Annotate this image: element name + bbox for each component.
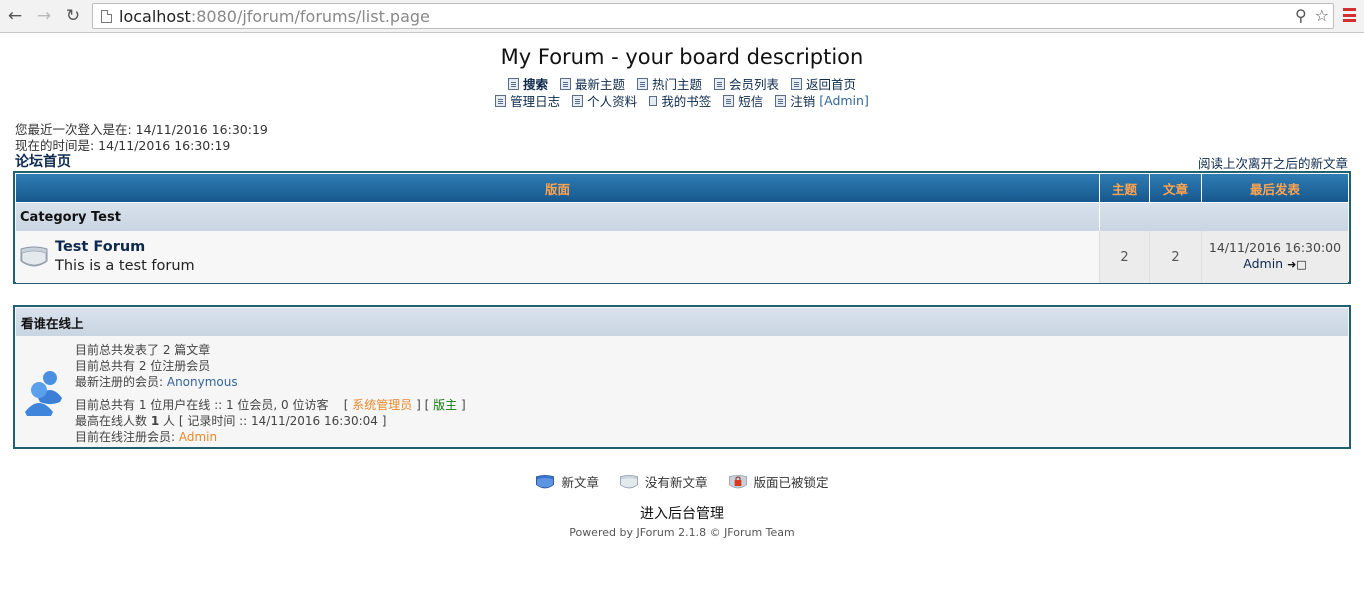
board-title: My Forum - your board description xyxy=(500,45,864,69)
no-new-posts-icon xyxy=(619,474,638,488)
moderator-role-legend: 版主 xyxy=(433,398,458,412)
total-posts-text: 目前总共发表了 2 篇文章 xyxy=(75,343,211,357)
legend-no-new-posts: 没有新文章 xyxy=(644,475,708,490)
registered-online-line: 目前在线注册会员: Admin xyxy=(75,430,218,444)
folder-legend: 新文章 没有新文章 版面已被锁定 xyxy=(0,472,1364,491)
nav-logout[interactable]: 注销 [Admin] xyxy=(775,91,869,110)
locked-folder-icon xyxy=(728,474,747,488)
private-message-icon xyxy=(723,94,735,107)
legend-new-posts: 新文章 xyxy=(561,475,599,490)
admin-panel-link[interactable]: 进入后台管理 xyxy=(0,503,1364,523)
nav-profile[interactable]: 个人资料 xyxy=(572,91,637,110)
forum-list-table: 版面 主题 文章 最后发表 Category Test Test Forum T… xyxy=(13,171,1351,284)
reload-icon[interactable]: ↻ xyxy=(62,5,84,27)
online-panel-title: 看谁在线上 xyxy=(16,308,1348,336)
newest-member-line: 最新注册的会员: Anonymous xyxy=(75,375,238,389)
col-header-topics: 主题 xyxy=(1100,174,1150,202)
nav-bookmarks[interactable]: 我的书签 xyxy=(649,91,711,110)
last-post-user-link[interactable]: Admin xyxy=(1243,256,1283,271)
recent-topics-icon xyxy=(559,77,571,90)
home-icon xyxy=(791,77,803,90)
go-to-last-post-icon[interactable]: ➜□ xyxy=(1287,258,1307,271)
member-list-icon xyxy=(714,77,725,90)
breadcrumb-home-link[interactable]: 论坛首页 xyxy=(15,151,71,171)
newest-member-link[interactable]: Anonymous xyxy=(167,375,238,389)
category-row: Category Test xyxy=(16,203,1348,231)
table-row: Test Forum This is a test forum 2 2 14/1… xyxy=(16,231,1348,283)
new-posts-folder-icon xyxy=(536,474,555,488)
nav-private-messages[interactable]: 短信 xyxy=(723,91,763,110)
forum-name-link[interactable]: Test Forum xyxy=(55,239,145,255)
nav-moderation-log[interactable]: 管理日志 xyxy=(495,91,560,110)
search-icon xyxy=(507,77,519,90)
back-arrow-icon[interactable]: ← xyxy=(4,5,26,27)
forward-arrow-icon[interactable]: → xyxy=(33,5,55,27)
profile-icon xyxy=(572,94,584,107)
admin-role-legend: 系统管理员 xyxy=(352,398,413,412)
url-text[interactable]: localhost:8080/jforum/forums/list.page xyxy=(119,7,430,26)
no-new-posts-folder-icon xyxy=(20,246,48,267)
col-header-last-post: 最后发表 xyxy=(1249,181,1300,197)
col-header-posts: 文章 xyxy=(1150,174,1202,202)
browser-toolbar: ← → ↻ localhost:8080/jforum/forums/list.… xyxy=(0,0,1364,33)
moderation-log-icon xyxy=(495,94,507,107)
bookmark-icon xyxy=(649,95,658,106)
users-online-icon xyxy=(25,371,62,416)
online-user-link[interactable]: Admin xyxy=(179,430,217,444)
category-title[interactable]: Category Test xyxy=(16,203,1100,231)
browser-menu-icon[interactable] xyxy=(1343,8,1356,22)
total-users-text: 目前总共有 2 位注册会员 xyxy=(75,359,211,373)
col-header-forum: 版面 xyxy=(16,174,1100,202)
address-bar[interactable]: localhost:8080/jforum/forums/list.page ⚲… xyxy=(92,3,1334,29)
page-icon xyxy=(101,10,112,23)
main-nav-row-2: 管理日志 个人资料 我的书签 短信 注销 [Admin] xyxy=(0,91,1364,110)
table-header-row: 版面 主题 文章 最后发表 xyxy=(16,174,1348,202)
unread-posts-link[interactable]: 阅读上次离开之后的新文章 xyxy=(1198,153,1348,172)
forum-description: This is a test forum xyxy=(55,258,195,274)
key-icon[interactable]: ⚲ xyxy=(1295,6,1307,26)
online-now-line: 目前总共有 1 位用户在线 :: 1 位会员, 0 位访客 [ 系统管理员 ] … xyxy=(75,398,466,412)
max-online-line: 最高在线人数 1 人 [ 记录时间 :: 14/11/2016 16:30:04… xyxy=(75,414,387,428)
star-bookmark-icon[interactable]: ☆ xyxy=(1315,6,1329,26)
forum-topics-count: 2 xyxy=(1100,231,1150,283)
forum-posts-count: 2 xyxy=(1150,231,1202,283)
legend-locked: 版面已被锁定 xyxy=(753,475,829,490)
logout-icon xyxy=(775,94,787,107)
last-post-time: 14/11/2016 16:30:00 xyxy=(1208,240,1342,255)
who-is-online-panel: 看谁在线上 目前总共发表了 2 篇文章 目前总共有 2 位注册会员 最新注册的会… xyxy=(13,305,1351,449)
powered-by-text: Powered by JForum 2.1.8 © JForum Team xyxy=(569,526,795,539)
hot-topics-icon xyxy=(636,77,648,90)
